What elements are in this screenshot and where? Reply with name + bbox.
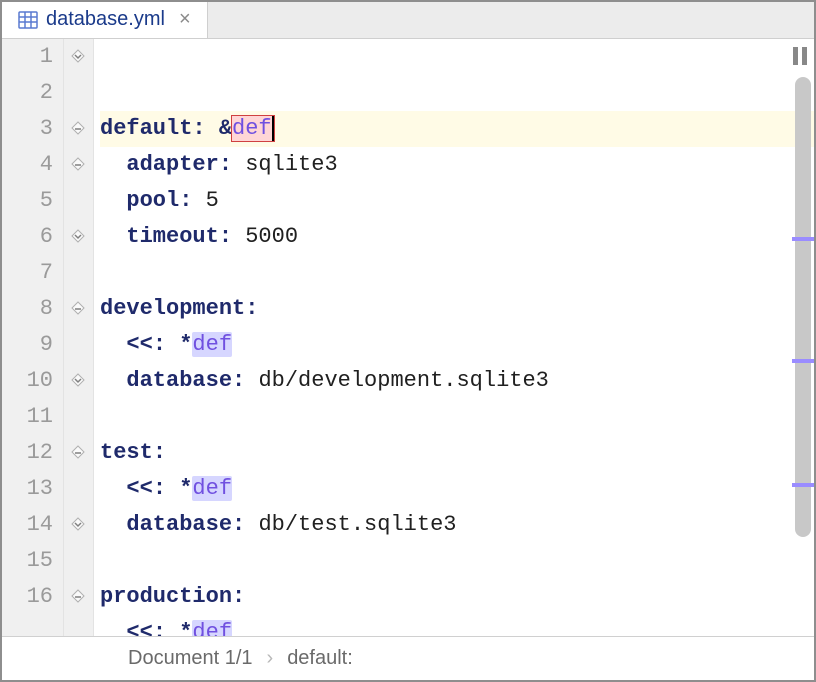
- line-number: 11: [2, 399, 53, 435]
- fold-toggle-icon[interactable]: [69, 48, 87, 66]
- code-line[interactable]: test:: [100, 435, 814, 471]
- code-line[interactable]: pool: 5: [100, 183, 814, 219]
- code-line[interactable]: default: &def: [100, 111, 814, 147]
- yaml-anchor-ref[interactable]: def: [192, 620, 232, 636]
- scrollbar-thumb[interactable]: [795, 77, 811, 537]
- table-file-icon: [18, 10, 38, 30]
- line-number: 10: [2, 363, 53, 399]
- code-line[interactable]: adapter: sqlite3: [100, 147, 814, 183]
- editor[interactable]: 12345678910111213141516 default: &def ad…: [2, 39, 814, 636]
- line-number: 3: [2, 111, 53, 147]
- code-line[interactable]: <<: *def: [100, 615, 814, 636]
- code-line[interactable]: database: db/test.sqlite3: [100, 507, 814, 543]
- chevron-right-icon: ›: [267, 647, 274, 670]
- code-line[interactable]: timeout: 5000: [100, 219, 814, 255]
- fold-toggle-icon[interactable]: [69, 120, 87, 138]
- breadcrumb-path[interactable]: default:: [287, 647, 353, 670]
- tab-filename: database.yml: [46, 8, 165, 31]
- line-number: 2: [2, 75, 53, 111]
- gutter-line-numbers: 12345678910111213141516: [2, 39, 64, 636]
- code-area[interactable]: default: &def adapter: sqlite3 pool: 5 t…: [94, 39, 814, 636]
- scrollbar[interactable]: [792, 39, 814, 636]
- code-line[interactable]: <<: *def: [100, 471, 814, 507]
- fold-toggle-icon[interactable]: [69, 228, 87, 246]
- yaml-anchor-ref[interactable]: def: [192, 476, 232, 501]
- breadcrumb-document-position[interactable]: Document 1/1: [128, 647, 253, 670]
- line-number: 14: [2, 507, 53, 543]
- line-number: 12: [2, 435, 53, 471]
- line-number: 6: [2, 219, 53, 255]
- gutter-fold: [64, 39, 94, 636]
- fold-toggle-icon[interactable]: [69, 300, 87, 318]
- line-number: 16: [2, 579, 53, 615]
- fold-toggle-icon[interactable]: [69, 372, 87, 390]
- breadcrumb-bar: Document 1/1 › default:: [2, 636, 814, 680]
- line-number: 4: [2, 147, 53, 183]
- line-number: 7: [2, 255, 53, 291]
- code-line[interactable]: development:: [100, 291, 814, 327]
- line-number: 9: [2, 327, 53, 363]
- scrollbar-occurrence-marker[interactable]: [792, 359, 814, 363]
- fold-toggle-icon[interactable]: [69, 444, 87, 462]
- line-number: 13: [2, 471, 53, 507]
- line-number: 15: [2, 543, 53, 579]
- code-line[interactable]: [100, 399, 814, 435]
- close-icon[interactable]: ×: [179, 8, 191, 31]
- code-line[interactable]: database: db/development.sqlite3: [100, 363, 814, 399]
- scrollbar-occurrence-marker[interactable]: [792, 483, 814, 487]
- tab-bar: database.yml ×: [2, 2, 814, 39]
- tab-database-yml[interactable]: database.yml ×: [2, 2, 208, 38]
- fold-toggle-icon[interactable]: [69, 588, 87, 606]
- yaml-anchor-ref[interactable]: def: [192, 332, 232, 357]
- yaml-anchor-def[interactable]: def: [232, 116, 274, 141]
- fold-toggle-icon[interactable]: [69, 516, 87, 534]
- code-line[interactable]: [100, 543, 814, 579]
- scrollbar-occurrence-marker[interactable]: [792, 237, 814, 241]
- line-number: 5: [2, 183, 53, 219]
- fold-toggle-icon[interactable]: [69, 156, 87, 174]
- code-line[interactable]: production:: [100, 579, 814, 615]
- code-line[interactable]: <<: *def: [100, 327, 814, 363]
- line-number: 8: [2, 291, 53, 327]
- code-line[interactable]: [100, 255, 814, 291]
- line-number: 1: [2, 39, 53, 75]
